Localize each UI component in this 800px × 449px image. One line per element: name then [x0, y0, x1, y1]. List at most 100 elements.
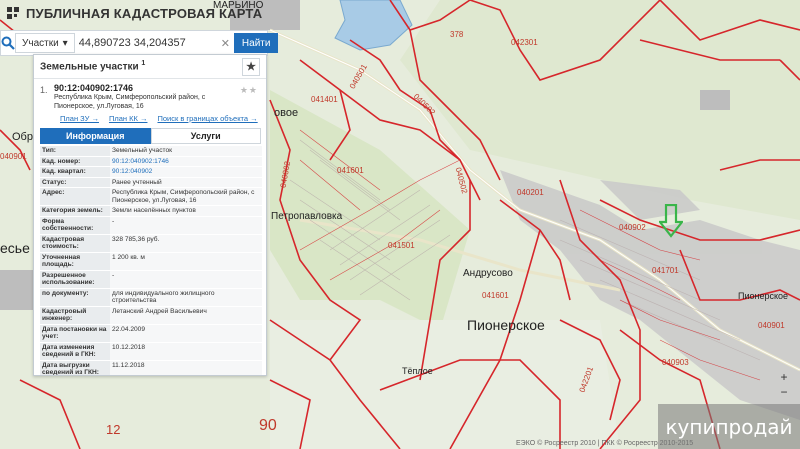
parcel-label-040903: 040903	[662, 358, 689, 367]
town-ovoe: овое	[274, 107, 299, 119]
info-key: Дата изменения сведений в ГКН:	[40, 342, 110, 361]
parcel-label-041701: 041701	[652, 266, 679, 275]
info-row: Форма собственности: -	[40, 216, 262, 235]
result-links: План ЗУ → План КК → Поиск в границах объ…	[60, 114, 260, 123]
info-key: Тип:	[40, 146, 110, 157]
info-value: 11.12.2018	[110, 360, 262, 375]
info-row: Разрешенное использование: -	[40, 270, 262, 289]
info-row: Дата постановки на учет: 22.04.2009	[40, 324, 262, 343]
info-key: Кадастровая стоимость:	[40, 234, 110, 253]
tab-info[interactable]: Информация	[40, 128, 151, 144]
result-address-line2: Пионерское, ул.Луговая, 16	[54, 103, 144, 110]
zoom-controls: + −	[776, 370, 792, 400]
app-header: ПУБЛИЧНАЯ КАДАСТРОВАЯ КАРТА	[0, 0, 262, 26]
search-type-select[interactable]: Участки ▾	[15, 33, 75, 53]
info-value: Земельный участок	[110, 146, 262, 157]
info-key: Дата постановки на учет:	[40, 324, 110, 343]
info-key: по документу:	[40, 288, 110, 307]
find-button[interactable]: Найти	[233, 33, 279, 53]
parcel-label-041601: 041601	[482, 291, 509, 300]
info-value: 10.12.2018	[110, 342, 262, 361]
parcel-label-042301: 042301	[511, 38, 538, 47]
info-row: Адрес: Республика Крым, Симферопольский р…	[40, 187, 262, 206]
info-value[interactable]: 90:12:040902:1746	[110, 156, 262, 167]
parcel-label-040201: 040201	[517, 188, 544, 197]
town-teploe: Тёплое	[402, 366, 433, 376]
parcel-label-040901: 040901	[758, 321, 785, 330]
clear-icon[interactable]: ✕	[221, 37, 230, 50]
parcel-label-040902: 040902	[619, 223, 646, 232]
info-value: Летанский Андрей Васильевич	[110, 306, 262, 325]
parcel-label-040901b: 040901	[0, 152, 27, 161]
plan-zu-link[interactable]: План ЗУ →	[60, 114, 99, 123]
result-panel: Земельные участки 1 ★ 1. 90:12:040902:17…	[33, 54, 267, 376]
parcel-label-041401b: 041601	[337, 166, 364, 175]
search-in-bounds-link[interactable]: Поиск в границах объекта →	[157, 114, 257, 123]
star-icon: ★	[246, 61, 256, 73]
info-row: Кад. квартал: 90:12:040902	[40, 166, 262, 178]
panel-header: Земельные участки 1 ★	[34, 55, 266, 79]
result-index: 1.	[40, 85, 48, 95]
result-address-line1: Республика Крым, Симферопольский район, …	[54, 94, 206, 101]
parcel-label-378: 378	[450, 30, 464, 39]
app-logo-icon	[7, 7, 19, 19]
info-row: Кадастровый инженер: Летанский Андрей Вас…	[40, 306, 262, 325]
watermark: купипродай	[658, 404, 800, 449]
result-cad-number: 90:12:040902:1746	[54, 83, 134, 93]
info-value: -	[110, 270, 262, 289]
parcel-label-041501: 041501	[388, 241, 415, 250]
info-row: Уточненная площадь: 1 200 кв. м	[40, 252, 262, 271]
tab-services[interactable]: Услуги	[150, 128, 261, 144]
search-input[interactable]	[78, 33, 221, 53]
info-row: Кад. номер: 90:12:040902:1746	[40, 156, 262, 167]
info-value: -	[110, 216, 262, 235]
info-value: для индивидуального жилищного строительс…	[110, 288, 262, 307]
zoom-in-button[interactable]: +	[776, 370, 792, 385]
info-key: Кадастровый инженер:	[40, 306, 110, 325]
chevron-down-icon: ▾	[62, 37, 68, 49]
info-key: Разрешенное использование:	[40, 270, 110, 289]
info-row: Дата изменения сведений в ГКН: 10.12.2018	[40, 342, 262, 361]
town-sye: есье	[0, 240, 30, 256]
search-bar: Участки ▾ ✕ Найти	[0, 30, 279, 56]
info-key: Статус:	[40, 177, 110, 188]
favorites-button[interactable]: ★	[242, 57, 260, 76]
search-type-label: Участки	[22, 37, 59, 49]
plan-kk-link[interactable]: План КК →	[109, 114, 148, 123]
info-row: Дата выгрузки сведений из ГКН: 11.12.2018	[40, 360, 262, 375]
town-pionerskoe-small: Пионерское	[738, 291, 789, 301]
result-item[interactable]: 1. 90:12:040902:1746 Республика Крым, Си…	[34, 79, 266, 123]
panel-tabs: Информация Услуги	[40, 128, 261, 144]
info-row: по документу: для индивидуального жилищно…	[40, 288, 262, 307]
app-title: ПУБЛИЧНАЯ КАДАСТРОВАЯ КАРТА	[26, 5, 263, 21]
town-obr: Обр	[12, 131, 33, 143]
info-key: Дата выгрузки сведений из ГКН:	[40, 360, 110, 375]
town-andrusovo: Андрусово	[463, 268, 513, 279]
info-key: Уточненная площадь:	[40, 252, 110, 271]
info-value: Земли населённых пунктов	[110, 205, 262, 217]
info-value: 328 785,36 руб.	[110, 234, 262, 253]
town-petropavlovka: Петропавловка	[271, 211, 343, 222]
info-key: Категория земель:	[40, 205, 110, 217]
info-value: 22.04.2009	[110, 324, 262, 343]
result-count: 1	[141, 60, 146, 68]
info-key: Кад. номер:	[40, 156, 110, 167]
zoom-out-button[interactable]: −	[776, 385, 792, 400]
info-key: Кад. квартал:	[40, 166, 110, 178]
info-row: Кадастровая стоимость: 328 785,36 руб.	[40, 234, 262, 253]
info-key: Адрес:	[40, 187, 110, 206]
info-table: Тип: Земельный участок Кад. номер: 90:12:04…	[40, 146, 262, 375]
info-key: Форма собственности:	[40, 216, 110, 235]
location-arrow-icon	[659, 204, 683, 238]
panel-title: Земельные участки	[40, 61, 139, 73]
info-value[interactable]: 90:12:040902	[110, 166, 262, 178]
info-row: Тип: Земельный участок	[40, 146, 262, 157]
search-icon[interactable]	[1, 36, 15, 50]
rating-stars-icon[interactable]: ★★	[240, 85, 258, 96]
town-pionerskoe: Пионерское	[467, 317, 545, 333]
info-row: Категория земель: Земли населённых пункто…	[40, 205, 262, 217]
info-value: Ранее учтенный	[110, 177, 262, 188]
big-number-12: 12	[106, 422, 121, 437]
big-number-90: 90	[259, 417, 277, 434]
parcel-label-041401: 041401	[311, 95, 338, 104]
